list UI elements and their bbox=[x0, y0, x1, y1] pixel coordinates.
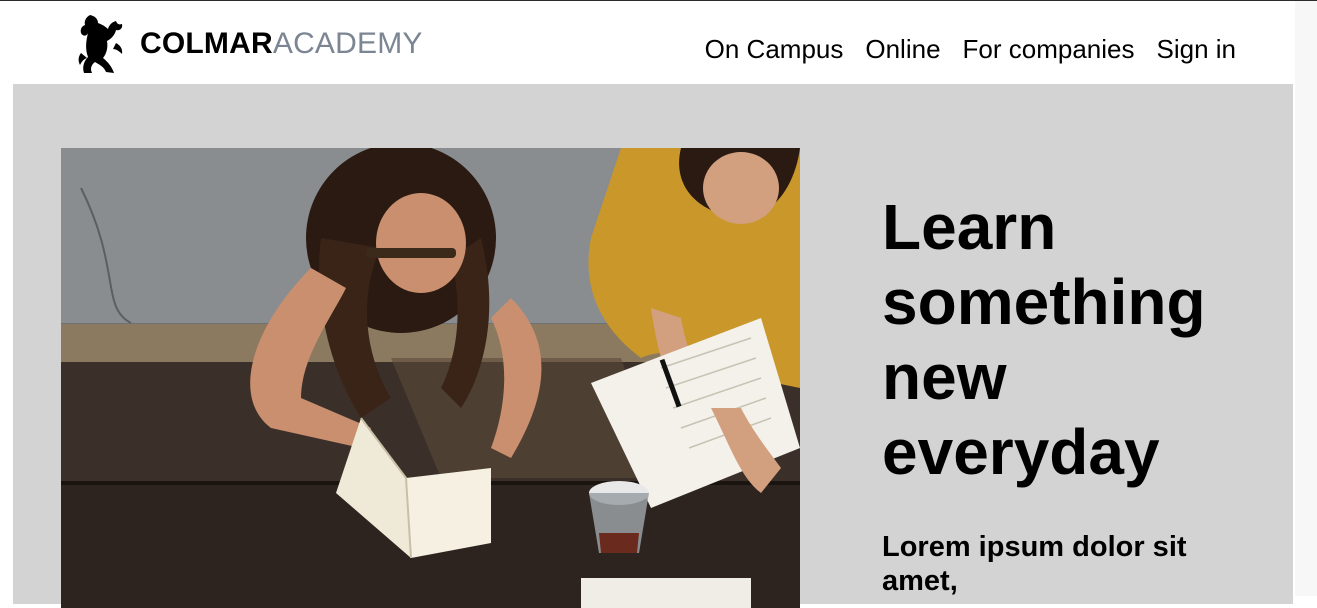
hero-image bbox=[61, 148, 800, 608]
brand-logo[interactable]: COLMARACADEMY bbox=[76, 13, 423, 75]
hero-headline: Learn something new everyday bbox=[882, 191, 1206, 488]
scrollbar-track[interactable] bbox=[1295, 1, 1317, 596]
nav-link-online[interactable]: Online bbox=[865, 32, 940, 66]
lion-rampant-icon bbox=[78, 15, 123, 73]
hero-section: Learn something new everyday Lorem ipsum… bbox=[13, 84, 1293, 608]
site-header: COLMARACADEMY On Campus Online For compa… bbox=[0, 1, 1295, 84]
nav-link-on-campus[interactable]: On Campus bbox=[705, 32, 844, 66]
hero-subheadline: Lorem ipsum dolor sit amet, bbox=[882, 531, 1187, 597]
brand-name-strong: COLMAR bbox=[140, 27, 273, 60]
brand-name-light: ACADEMY bbox=[272, 27, 423, 60]
nav-link-sign-in[interactable]: Sign in bbox=[1157, 32, 1237, 66]
students-studying-photo bbox=[61, 148, 800, 608]
main-nav: On Campus Online For companies Sign in bbox=[705, 32, 1236, 66]
nav-link-for-companies[interactable]: For companies bbox=[963, 32, 1135, 66]
